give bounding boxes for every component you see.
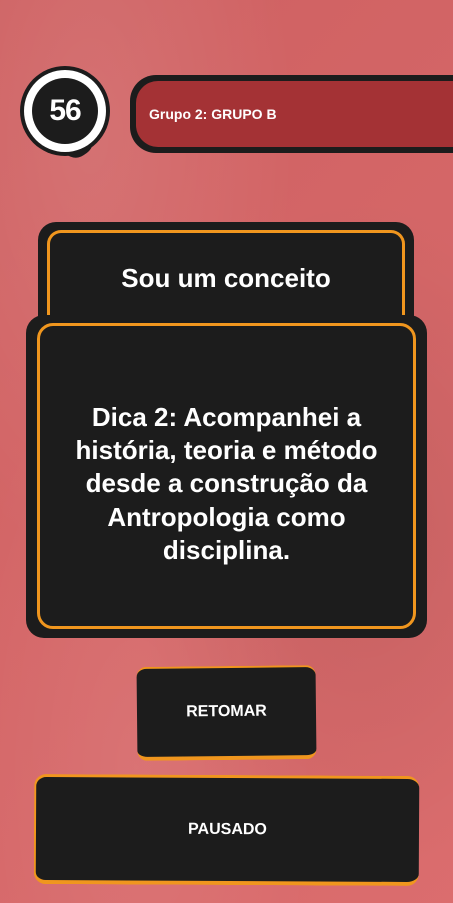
paused-button[interactable]: PAUSADO <box>33 773 420 887</box>
group-label: Grupo 2: GRUPO B <box>149 106 277 122</box>
timer-face: 56 <box>32 78 98 144</box>
clue-card-frame: Dica 2: Acompanhei a história, teoria e … <box>37 323 416 629</box>
clue-card: Dica 2: Acompanhei a história, teoria e … <box>26 315 427 638</box>
countdown-timer: 56 <box>24 70 106 164</box>
group-banner-inner: Grupo 2: GRUPO B <box>136 81 453 147</box>
resume-button[interactable]: RETOMAR <box>136 665 317 761</box>
timer-value: 56 <box>49 94 81 127</box>
clue-text: Dica 2: Acompanhei a história, teoria e … <box>75 402 378 565</box>
group-banner: Grupo 2: GRUPO B <box>130 75 453 153</box>
